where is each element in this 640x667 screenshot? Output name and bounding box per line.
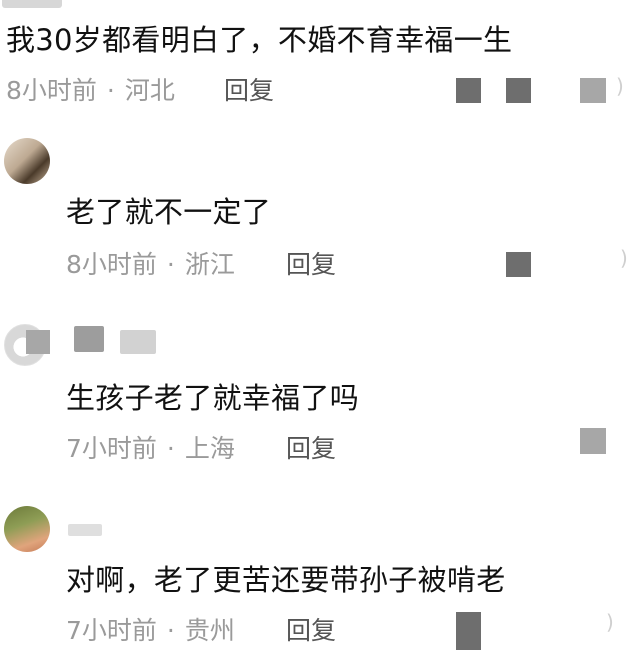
comment-item: 对啊，老了更苦还要带孙子被啃老 7小时前 · 贵州 回复 ): [0, 498, 640, 667]
obscured-action-icon[interactable]: [506, 78, 531, 103]
comment-location: 浙江: [184, 250, 235, 279]
username-obscured[interactable]: [68, 524, 102, 536]
comment-time: 8小时前: [66, 250, 157, 279]
edge-fragment-icon: ): [606, 610, 614, 634]
comment-time: 8小时前: [6, 76, 97, 105]
obscured-action-icon[interactable]: [580, 428, 606, 454]
reply-button[interactable]: 回复: [286, 248, 336, 282]
comment-text: 生孩子老了就幸福了吗: [66, 381, 360, 415]
edge-fragment-icon: ): [616, 74, 624, 98]
comment-location: 河北: [124, 76, 175, 105]
comment-location: 贵州: [184, 616, 235, 645]
meta-separator: ·: [106, 76, 115, 105]
avatar[interactable]: [4, 506, 50, 552]
comment-meta: 7小时前 · 上海: [66, 432, 235, 466]
comment-time: 7小时前: [66, 434, 157, 463]
meta-separator: ·: [166, 616, 175, 645]
comment-location: 上海: [184, 434, 235, 463]
obscured-action-icon[interactable]: [456, 612, 481, 650]
obscured-action-icon[interactable]: [456, 78, 481, 103]
reply-button[interactable]: 回复: [224, 74, 274, 108]
comment-text: 对啊，老了更苦还要带孙子被啃老: [66, 563, 506, 597]
obscured-action-icon[interactable]: [506, 252, 531, 277]
meta-separator: ·: [166, 250, 175, 279]
obscured-avatar-overlay: [26, 330, 50, 354]
comment-item: 我30岁都看明白了，不婚不育幸福一生 8小时前 · 河北 回复 ): [0, 0, 640, 120]
comment-item: 老了就不一定了 8小时前 · 浙江 回复 ): [0, 128, 640, 300]
reply-button[interactable]: 回复: [286, 432, 336, 466]
edge-fragment-icon: ): [620, 246, 628, 270]
comment-text: 我30岁都看明白了，不婚不育幸福一生: [6, 23, 513, 57]
comment-meta: 7小时前 · 贵州: [66, 614, 235, 648]
obscured-action-icon[interactable]: [580, 78, 606, 103]
comment-meta: 8小时前 · 河北: [6, 74, 175, 108]
meta-separator: ·: [166, 434, 175, 463]
comment-item: 生孩子老了就幸福了吗 7小时前 · 上海 回复: [0, 316, 640, 486]
username-obscured[interactable]: [120, 330, 156, 354]
comment-meta: 8小时前 · 浙江: [66, 248, 235, 282]
comment-time: 7小时前: [66, 616, 157, 645]
reply-button[interactable]: 回复: [286, 614, 336, 648]
username-obscured[interactable]: [74, 326, 104, 352]
avatar[interactable]: [4, 138, 50, 184]
comment-text: 老了就不一定了: [66, 195, 272, 229]
